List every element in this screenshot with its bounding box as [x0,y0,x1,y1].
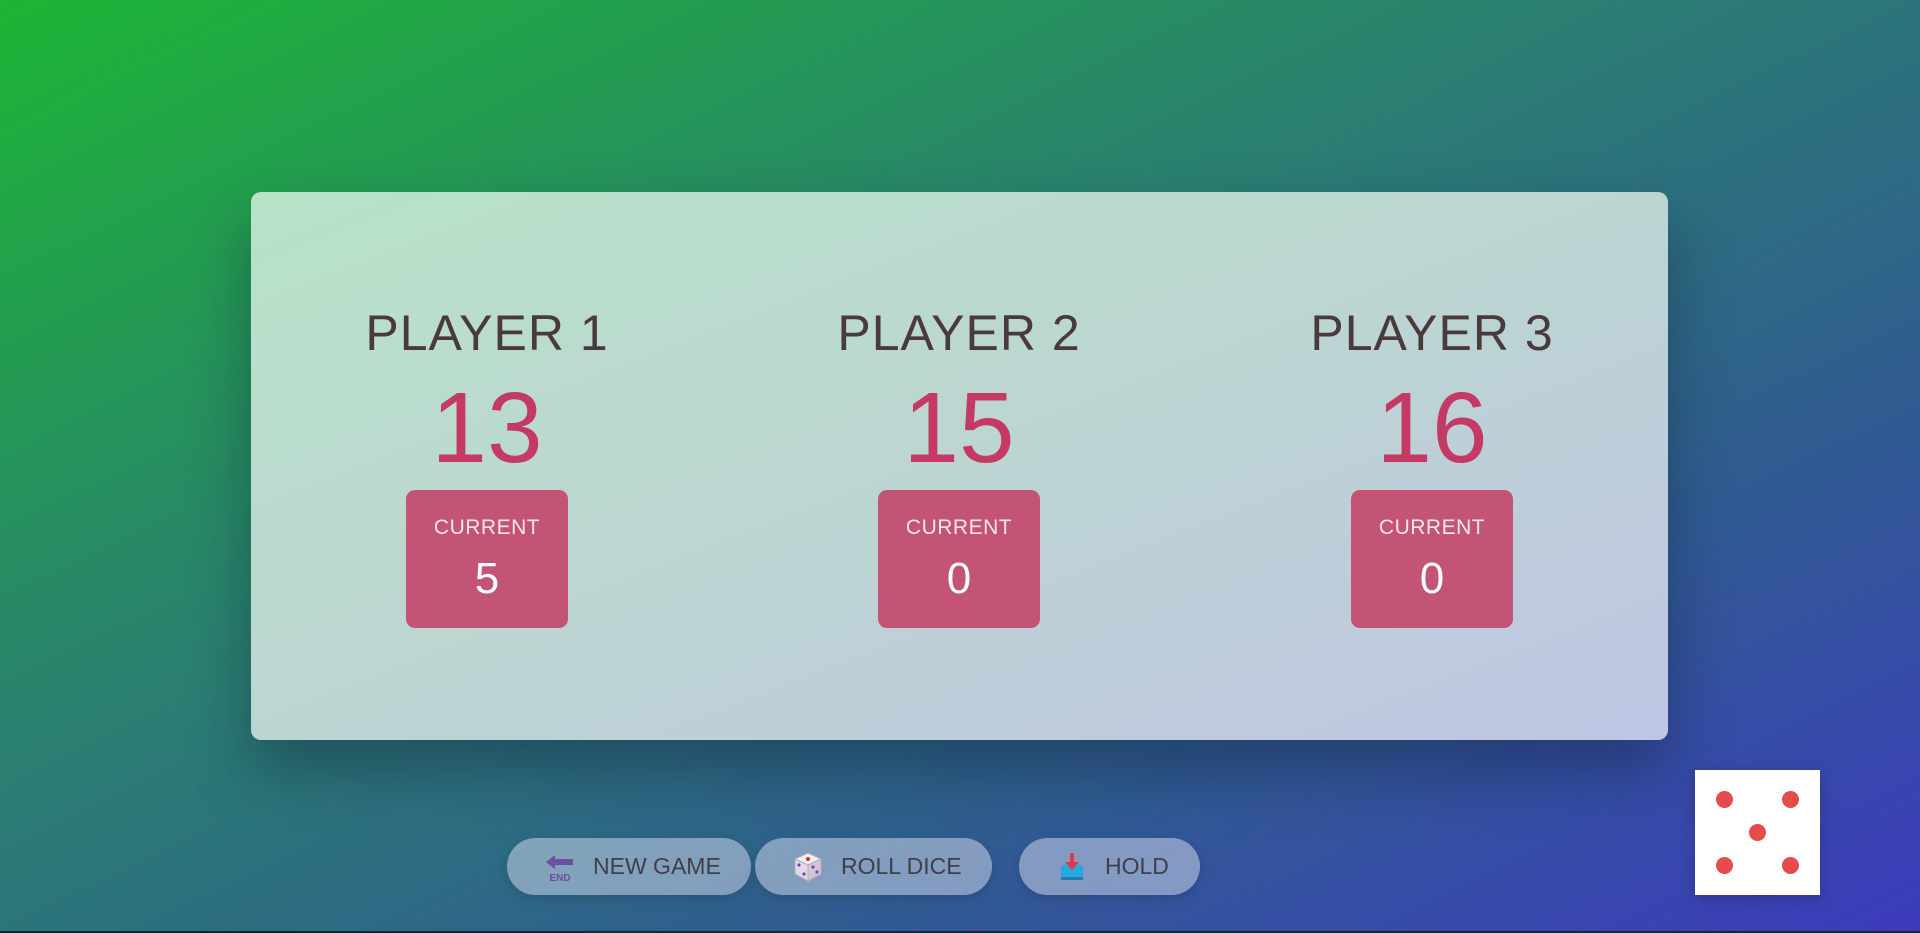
hold-button[interactable]: HOLD [1019,838,1200,895]
player-2-score: 15 [903,372,1015,484]
player-1-name: PLAYER 1 [365,305,609,361]
roll-dice-label: ROLL DICE [841,853,962,879]
dice-face [1695,770,1820,895]
dice-icon [791,850,825,884]
player-2-name: PLAYER 2 [837,305,1081,361]
player-3-name: PLAYER 3 [1310,305,1554,361]
dice-pip [1782,791,1799,808]
game-board: PLAYER 1 13 CURRENT 5 PLAYER 2 15 CURREN… [251,192,1668,740]
roll-dice-button[interactable]: ROLL DICE [755,838,992,895]
svg-text:END: END [549,873,570,884]
player-3-current-box: CURRENT 0 [1351,490,1513,628]
player-2-current-box: CURRENT 0 [878,490,1040,628]
new-game-label: NEW GAME [593,853,721,879]
player-3-panel: PLAYER 3 16 CURRENT 0 [1196,192,1668,740]
player-1-current-label: CURRENT [433,516,541,539]
hold-icon [1055,850,1089,884]
dice-pip [1749,824,1766,841]
player-1-score: 13 [431,372,543,484]
dice-pip [1716,857,1733,874]
end-arrow-icon: END [543,850,577,884]
player-2-current-score: 0 [946,554,972,603]
player-1-panel: PLAYER 1 13 CURRENT 5 [251,192,723,740]
player-1-current-score: 5 [474,554,500,603]
player-3-current-score: 0 [1419,554,1445,603]
hold-label: HOLD [1105,853,1169,879]
player-1-current-box: CURRENT 5 [406,490,568,628]
player-3-score: 16 [1376,372,1488,484]
player-3-current-label: CURRENT [1378,516,1486,539]
dice-pip [1716,791,1733,808]
dice-pip [1782,857,1799,874]
new-game-button[interactable]: END NEW GAME [507,838,751,895]
player-2-panel: PLAYER 2 15 CURRENT 0 [723,192,1195,740]
player-2-current-label: CURRENT [905,516,1013,539]
